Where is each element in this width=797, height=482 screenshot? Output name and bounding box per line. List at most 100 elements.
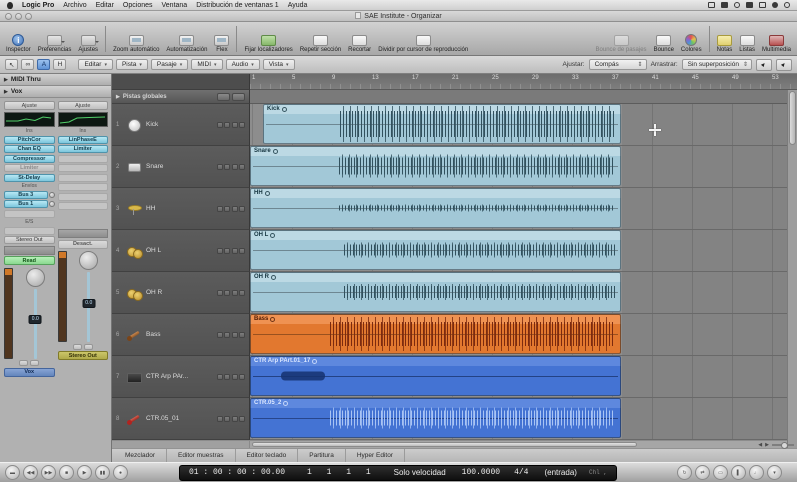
menu-logic-pro[interactable]: Logic Pro <box>22 2 54 9</box>
region-hh[interactable]: HH <box>250 188 621 228</box>
view-menu[interactable]: Vista ▾ <box>262 59 295 70</box>
link-button[interactable]: ∞ <box>21 59 35 70</box>
lists-button[interactable]: Listas <box>739 35 755 53</box>
global-tracks-header[interactable]: ▶ Pistas globales <box>112 90 250 104</box>
window-title-bar[interactable]: SAE Institute - Organizar <box>0 11 797 22</box>
tab-score[interactable]: Partitura <box>298 449 346 462</box>
plugin-slot-linphaseeq[interactable]: LinPhaseE <box>57 135 108 144</box>
menu-archivo[interactable]: Archivo <box>63 2 86 9</box>
tab-piano-roll[interactable]: Editor teclado <box>236 449 299 462</box>
volume-fader[interactable]: 0.0 <box>82 272 96 342</box>
bar-ruler[interactable]: 1 5 9 13 17 21 25 29 33 37 41 45 49 53 <box>250 74 797 90</box>
mute-button[interactable] <box>224 205 230 212</box>
tab-mixer[interactable]: Mezclador <box>114 449 167 462</box>
record-enable-button[interactable] <box>216 121 223 128</box>
track-lane[interactable]: Bass <box>250 314 797 356</box>
go-to-beginning-button[interactable]: ▬ <box>5 465 20 480</box>
solo-button[interactable] <box>231 289 238 296</box>
command-click-tool-button[interactable]: ► <box>776 58 792 71</box>
record-enable-button[interactable] <box>216 205 223 212</box>
send-slot-empty[interactable] <box>4 209 55 218</box>
track-header-ctr-arp[interactable]: 7 CTR Arp PAr... <box>112 356 250 398</box>
metronome-button[interactable]: ♩ <box>749 465 764 480</box>
media-button[interactable]: Multimedia <box>762 35 791 53</box>
snap-select[interactable]: Compás ⇕ <box>588 59 647 70</box>
freeze-button[interactable] <box>239 289 245 296</box>
freeze-button[interactable] <box>239 373 245 380</box>
record-enable-button[interactable] <box>216 163 223 170</box>
vertical-scrollbar[interactable] <box>787 90 797 448</box>
back-button[interactable]: ↖ <box>5 59 19 70</box>
track-lane[interactable]: CTR Arp PArt.01_17 <box>250 356 797 398</box>
menu-distribucion[interactable]: Distribución de ventanas 1 <box>196 2 279 9</box>
split-by-playhead-button[interactable]: Dividir por cursor de reproducción <box>378 35 468 53</box>
channel-setting-button[interactable]: Ajuste <box>4 101 55 110</box>
freeze-button[interactable] <box>239 331 245 338</box>
solo-button[interactable] <box>30 360 40 366</box>
region-ohl[interactable]: OH L <box>250 230 621 270</box>
group-slot[interactable] <box>4 245 55 255</box>
mute-button[interactable] <box>224 121 230 128</box>
master-volume-button[interactable]: ▾ <box>767 465 782 480</box>
drag-select[interactable]: Sin superposición ⇕ <box>681 59 752 70</box>
horizontal-scrollbar-thumb[interactable] <box>252 442 637 447</box>
airplay-icon[interactable] <box>708 2 715 8</box>
track-section[interactable]: ▶ Vox <box>0 86 111 98</box>
auto-zoom-button[interactable]: Zoom automático <box>113 35 159 53</box>
region-snare[interactable]: Snare <box>250 146 621 186</box>
menu-ventana[interactable]: Ventana <box>162 2 188 9</box>
play-button[interactable]: ▶ <box>77 465 92 480</box>
battery-icon[interactable] <box>759 2 766 8</box>
region-bass[interactable]: Bass <box>250 314 621 354</box>
plugin-slot-empty[interactable] <box>57 192 108 201</box>
colors-button[interactable]: Colores <box>681 34 702 53</box>
spotlight-icon[interactable] <box>784 2 790 8</box>
region-ctr-arp[interactable]: CTR Arp PArt.01_17 <box>250 356 621 396</box>
group-slot[interactable] <box>57 229 108 238</box>
vertical-scrollbar-thumb[interactable] <box>789 91 796 145</box>
zoom-in-icon[interactable]: ▶ <box>765 442 769 448</box>
pause-button[interactable]: ▮▮ <box>95 465 110 480</box>
region-menu[interactable]: Pasaje ▾ <box>150 59 189 70</box>
clock-icon[interactable] <box>772 2 778 8</box>
tab-hyper-editor[interactable]: Hyper Editor <box>346 449 405 462</box>
freeze-button[interactable] <box>239 205 245 212</box>
bounce-small-button[interactable] <box>83 343 93 350</box>
track-lane[interactable]: CTR.05_2 <box>250 398 797 440</box>
menu-editar[interactable]: Editar <box>96 2 114 9</box>
plugin-slot-empty[interactable] <box>57 154 108 163</box>
output-slot[interactable]: Stereo Out <box>4 236 55 244</box>
plugin-slot-limiter-bypassed[interactable]: Limiter <box>4 164 55 172</box>
freeze-button[interactable] <box>239 121 245 128</box>
plugin-slot-empty[interactable] <box>57 164 108 172</box>
audio-menu[interactable]: Audio ▾ <box>225 59 260 70</box>
tab-sample-editor[interactable]: Editor muestras <box>167 449 236 462</box>
track-lane[interactable]: OH R <box>250 272 797 314</box>
send-slot-bus3[interactable]: Bus 3 <box>4 190 48 199</box>
freeze-button[interactable] <box>239 247 245 254</box>
bounce-button[interactable]: Bounce <box>654 35 674 53</box>
menu-opciones[interactable]: Opciones <box>123 2 153 9</box>
mute-button[interactable] <box>224 331 230 338</box>
solo-mode-button[interactable]: ▌ <box>731 465 746 480</box>
mute-button[interactable] <box>224 415 230 422</box>
solo-button[interactable] <box>231 163 238 170</box>
inspector-button[interactable]: i Inspector <box>6 34 31 53</box>
solo-button[interactable] <box>231 331 238 338</box>
region-kick[interactable]: Kick <box>263 104 621 144</box>
record-enable-button[interactable] <box>216 289 223 296</box>
record-enable-button[interactable] <box>216 373 223 380</box>
global-tracks-button[interactable] <box>217 92 230 101</box>
track-header-kick[interactable]: 1 Kick <box>112 104 250 146</box>
input-slot[interactable] <box>4 226 55 235</box>
volume-icon[interactable] <box>746 2 753 8</box>
track-lane[interactable]: Snare <box>250 146 797 188</box>
edit-menu[interactable]: Editar ▾ <box>78 59 113 70</box>
settings-button[interactable]: Ajustes <box>78 35 99 53</box>
solo-button[interactable] <box>231 247 238 254</box>
replace-button[interactable]: ▭ <box>713 465 728 480</box>
display-icon[interactable] <box>721 2 728 8</box>
stop-button[interactable]: ■ <box>59 465 74 480</box>
crop-button[interactable]: Recortar <box>348 35 371 53</box>
volume-value[interactable]: 0.0 <box>28 315 42 325</box>
